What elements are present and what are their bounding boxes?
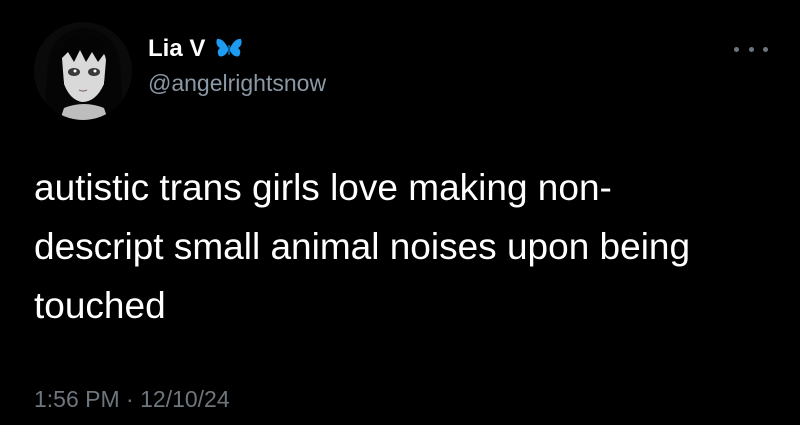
tweet-text: autistic trans girls love making non- de… (34, 167, 691, 326)
tweet-date: 12/10/24 (140, 386, 230, 412)
tweet-card: Lia V @angelrightsnow autistic trans gir… (0, 0, 800, 425)
more-dot (734, 46, 739, 52)
more-dot (763, 46, 768, 52)
butterfly-icon (215, 37, 243, 61)
author-display-name[interactable]: Lia V (148, 36, 205, 62)
avatar[interactable] (34, 22, 132, 120)
avatar-image (34, 22, 132, 120)
tweet-timestamp[interactable]: 1:56 PM · 12/10/24 (34, 386, 230, 412)
timestamp-separator: · (126, 386, 134, 412)
tweet-time: 1:56 PM (34, 386, 120, 412)
more-dot (748, 46, 754, 52)
more-options-icon[interactable] (734, 44, 768, 54)
author-name-row: Lia V (148, 36, 243, 62)
author-handle[interactable]: @angelrightsnow (148, 70, 326, 96)
